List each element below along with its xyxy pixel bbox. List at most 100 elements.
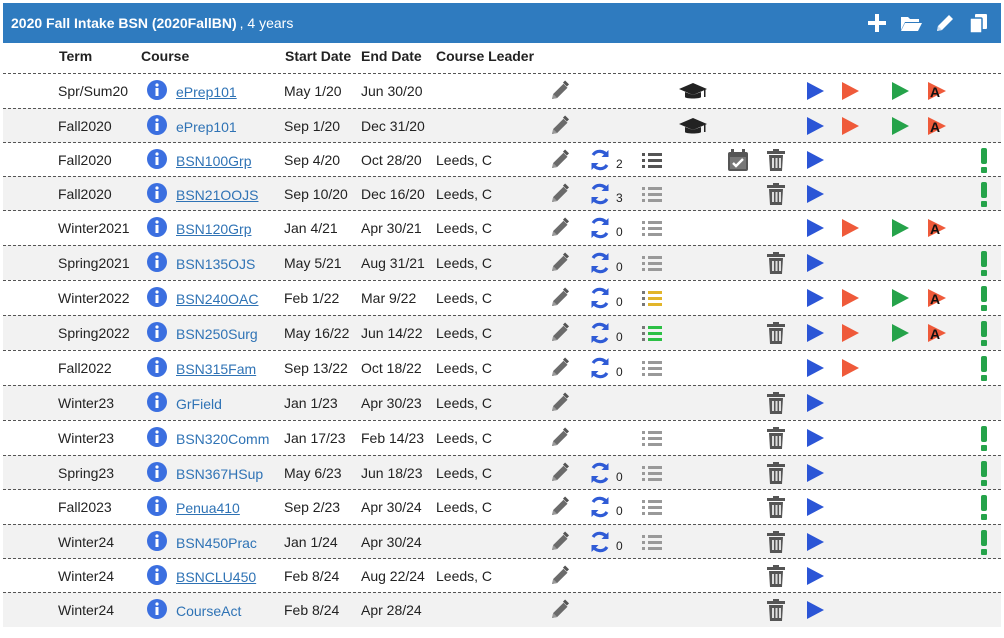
calendar-check-icon[interactable] (727, 148, 749, 177)
edit-pencil-icon[interactable] (548, 461, 572, 490)
info-icon[interactable] (146, 114, 168, 141)
graduation-cap-icon[interactable] (678, 115, 708, 142)
info-icon[interactable] (146, 286, 168, 313)
play-orange-icon[interactable] (840, 322, 860, 349)
info-icon[interactable] (146, 598, 168, 625)
checklist-icon[interactable] (641, 184, 663, 209)
info-icon[interactable] (146, 461, 168, 488)
trash-icon[interactable] (765, 148, 787, 177)
course-link[interactable]: BSN135OJS (176, 256, 255, 272)
checklist-icon[interactable] (641, 150, 663, 175)
edit-pencil-icon[interactable] (548, 321, 572, 350)
trash-icon[interactable] (765, 182, 787, 211)
play-orange-icon[interactable] (840, 80, 860, 107)
checklist-icon[interactable] (641, 428, 663, 453)
play-blue-icon[interactable] (805, 149, 825, 176)
edit-pencil-icon[interactable] (548, 356, 572, 385)
trash-icon[interactable] (765, 495, 787, 524)
play-blue-icon[interactable] (805, 496, 825, 523)
course-link[interactable]: Penua410 (176, 500, 240, 516)
checklist-icon[interactable] (641, 323, 663, 348)
info-icon[interactable] (146, 564, 168, 591)
course-link[interactable]: BSN250Surg (176, 326, 258, 342)
course-link[interactable]: BSN320Comm (176, 431, 269, 447)
edit-pencil-icon[interactable] (548, 79, 572, 108)
play-a-icon[interactable]: A (926, 80, 948, 107)
play-orange-icon[interactable] (840, 115, 860, 142)
trash-icon[interactable] (765, 598, 787, 627)
info-icon[interactable] (146, 321, 168, 348)
folder-open-icon[interactable] (899, 11, 923, 40)
course-link[interactable]: BSN21OOJS (176, 187, 258, 203)
edit-pencil-icon[interactable] (548, 598, 572, 627)
edit-pencil-icon[interactable] (548, 564, 572, 593)
course-link[interactable]: BSN120Grp (176, 221, 251, 237)
edit-pencil-icon[interactable] (548, 251, 572, 280)
checklist-icon[interactable] (641, 463, 663, 488)
edit-pencil-icon[interactable] (548, 114, 572, 143)
play-a-icon[interactable]: A (926, 217, 948, 244)
course-link[interactable]: GrField (176, 396, 222, 412)
copy-icon[interactable] (967, 11, 991, 40)
edit-pencil-icon[interactable] (548, 530, 572, 559)
play-a-icon[interactable]: A (926, 322, 948, 349)
play-blue-icon[interactable] (805, 599, 825, 626)
play-blue-icon[interactable] (805, 80, 825, 107)
checklist-icon[interactable] (641, 497, 663, 522)
play-green-icon[interactable] (890, 322, 910, 349)
pencil-icon[interactable] (933, 11, 957, 40)
course-link[interactable]: BSN450Prac (176, 535, 257, 551)
sync-icon[interactable] (587, 250, 613, 281)
trash-icon[interactable] (765, 251, 787, 280)
trash-icon[interactable] (765, 564, 787, 593)
play-green-icon[interactable] (890, 287, 910, 314)
play-blue-icon[interactable] (805, 322, 825, 349)
checklist-icon[interactable] (641, 253, 663, 278)
play-green-icon[interactable] (890, 217, 910, 244)
course-link[interactable]: BSN240OAC (176, 291, 258, 307)
play-green-icon[interactable] (890, 80, 910, 107)
info-icon[interactable] (146, 391, 168, 418)
sync-icon[interactable] (587, 285, 613, 316)
play-blue-icon[interactable] (805, 115, 825, 142)
sync-icon[interactable] (587, 529, 613, 560)
play-blue-icon[interactable] (805, 217, 825, 244)
play-a-icon[interactable]: A (926, 287, 948, 314)
edit-pencil-icon[interactable] (548, 391, 572, 420)
edit-pencil-icon[interactable] (548, 426, 572, 455)
play-blue-icon[interactable] (805, 287, 825, 314)
plus-icon[interactable] (865, 11, 889, 40)
sync-icon[interactable] (587, 147, 613, 178)
sync-icon[interactable] (587, 181, 613, 212)
play-blue-icon[interactable] (805, 565, 825, 592)
trash-icon[interactable] (765, 321, 787, 350)
course-link[interactable]: ePrep101 (176, 119, 237, 135)
course-link[interactable]: BSN315Fam (176, 361, 256, 377)
play-green-icon[interactable] (890, 115, 910, 142)
graduation-cap-icon[interactable] (678, 80, 708, 107)
edit-pencil-icon[interactable] (548, 182, 572, 211)
info-icon[interactable] (146, 356, 168, 383)
info-icon[interactable] (146, 79, 168, 106)
info-icon[interactable] (146, 251, 168, 278)
info-icon[interactable] (146, 495, 168, 522)
play-blue-icon[interactable] (805, 427, 825, 454)
info-icon[interactable] (146, 426, 168, 453)
play-a-icon[interactable]: A (926, 115, 948, 142)
play-orange-icon[interactable] (840, 357, 860, 384)
play-blue-icon[interactable] (805, 183, 825, 210)
play-blue-icon[interactable] (805, 392, 825, 419)
play-blue-icon[interactable] (805, 531, 825, 558)
edit-pencil-icon[interactable] (548, 495, 572, 524)
info-icon[interactable] (146, 148, 168, 175)
sync-icon[interactable] (587, 355, 613, 386)
edit-pencil-icon[interactable] (548, 286, 572, 315)
course-link[interactable]: ePrep101 (176, 84, 237, 100)
course-link[interactable]: BSN100Grp (176, 153, 251, 169)
info-icon[interactable] (146, 216, 168, 243)
trash-icon[interactable] (765, 461, 787, 490)
play-orange-icon[interactable] (840, 217, 860, 244)
course-link[interactable]: CourseAct (176, 603, 241, 619)
play-orange-icon[interactable] (840, 287, 860, 314)
info-icon[interactable] (146, 530, 168, 557)
